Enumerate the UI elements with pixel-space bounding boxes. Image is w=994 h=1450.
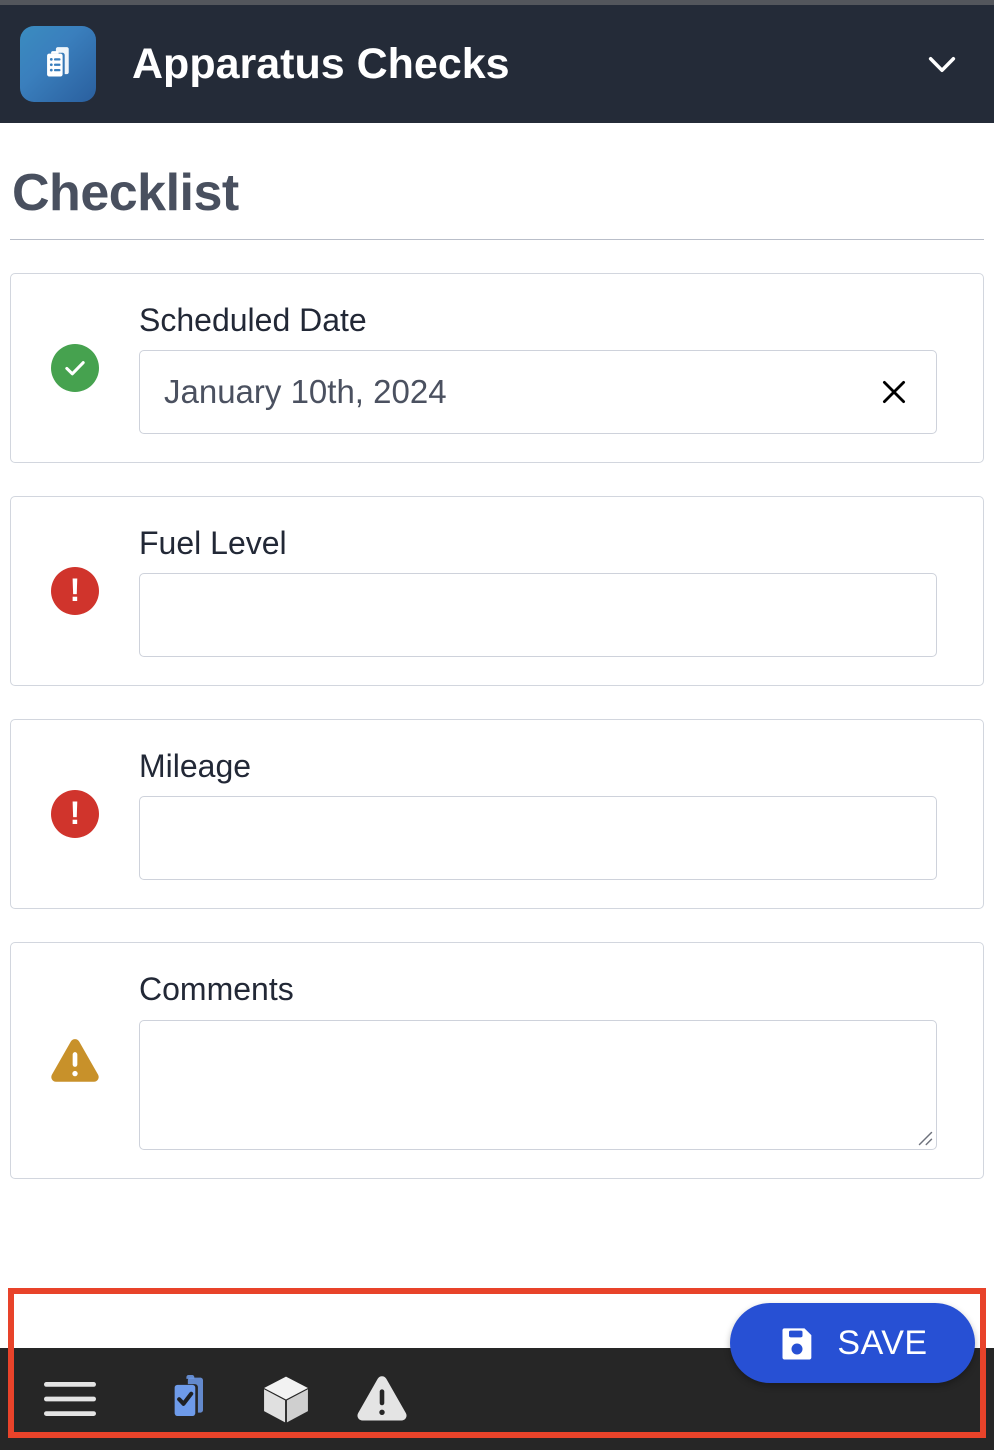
- page-body: Checklist Scheduled Date January 10th, 2…: [0, 123, 994, 1288]
- status-indicator: [11, 344, 139, 392]
- field-group: Scheduled Date January 10th, 2024: [139, 302, 955, 435]
- save-button-label: SAVE: [837, 1323, 928, 1362]
- check-circle-icon: [51, 344, 99, 392]
- status-indicator: !: [11, 567, 139, 615]
- sidebar-item-inventory[interactable]: [238, 1363, 334, 1435]
- scheduled-date-input[interactable]: January 10th, 2024: [139, 350, 937, 435]
- field-group: Mileage: [139, 748, 955, 881]
- field-label: Mileage: [139, 747, 252, 784]
- checklist-item-scheduled-date[interactable]: Scheduled Date January 10th, 2024: [10, 273, 984, 463]
- field-value: January 10th, 2024: [164, 373, 447, 411]
- field-label: Scheduled Date: [139, 301, 367, 338]
- exclamation-glyph: !: [69, 795, 81, 831]
- error-circle-icon: !: [51, 790, 99, 838]
- page-title: Checklist: [12, 164, 239, 222]
- warning-triangle-icon: [51, 1038, 99, 1082]
- checklist-item-comments[interactable]: Comments: [10, 942, 984, 1179]
- checklist-item-mileage[interactable]: ! Mileage: [10, 719, 984, 909]
- field-group: Comments: [139, 971, 955, 1150]
- status-indicator: !: [11, 790, 139, 838]
- comments-textarea[interactable]: [139, 1019, 937, 1150]
- app-header: Apparatus Checks: [0, 5, 994, 123]
- box-cube-icon: [264, 1376, 308, 1423]
- app-title: Apparatus Checks: [132, 39, 510, 88]
- save-button[interactable]: SAVE: [730, 1303, 975, 1383]
- fuel-level-input[interactable]: [139, 573, 937, 658]
- checklist-item-fuel-level[interactable]: ! Fuel Level: [10, 496, 984, 686]
- sidebar-item-checklists[interactable]: [142, 1363, 238, 1435]
- error-circle-icon: !: [51, 567, 99, 615]
- field-group: Fuel Level: [139, 525, 955, 658]
- sidebar-item-alerts[interactable]: [334, 1363, 430, 1435]
- floppy-disk-save-icon: [782, 1328, 812, 1360]
- status-indicator: [11, 1035, 139, 1087]
- clipboard-documents-icon: [20, 26, 96, 102]
- field-label: Fuel Level: [139, 524, 287, 561]
- hamburger-menu-icon[interactable]: [30, 1363, 110, 1435]
- field-label: Comments: [139, 971, 294, 1008]
- exclamation-glyph: !: [69, 572, 81, 608]
- mileage-input[interactable]: [139, 796, 937, 881]
- clipboard-check-icon: [174, 1375, 204, 1417]
- warning-triangle-icon: [357, 1376, 407, 1421]
- chevron-down-icon[interactable]: [914, 36, 970, 92]
- resize-grip-icon[interactable]: [915, 1128, 933, 1146]
- title-divider: [10, 239, 984, 240]
- app-root: Apparatus Checks Checklist Scheduled Dat…: [0, 0, 994, 1450]
- close-x-icon[interactable]: [872, 370, 916, 414]
